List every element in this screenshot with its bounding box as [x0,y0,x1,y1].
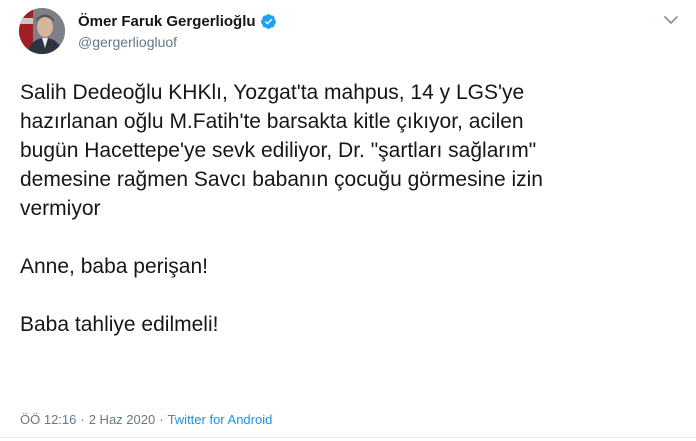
tweet-source-link[interactable]: Twitter for Android [168,412,273,427]
tweet-paragraph: Anne, baba perişan! [20,255,208,278]
avatar[interactable] [19,8,65,54]
tweet-date[interactable]: 2 Haz 2020 [89,412,156,427]
tweet-paragraph: Salih Dedeoğlu KHKlı, Yozgat'ta mahpus, … [20,81,543,220]
author-handle[interactable]: @gergerliogluof [78,34,177,50]
tweet-menu-button[interactable] [660,12,682,28]
tweet-metadata: ÖÖ 12:16 · 2 Haz 2020 · Twitter for Andr… [20,412,272,427]
tweet-paragraph: Baba tahliye edilmeli! [20,313,219,336]
tweet-card: Ömer Faruk Gergerlioğlu @gergerliogluof … [0,0,696,441]
chevron-down-icon [664,15,678,24]
author-display-name[interactable]: Ömer Faruk Gergerlioğlu [78,13,256,30]
verified-badge-icon [260,13,277,30]
meta-separator: · [80,412,85,427]
divider [0,437,696,438]
author-name-row: Ömer Faruk Gergerlioğlu [78,10,277,32]
tweet-time[interactable]: ÖÖ 12:16 [20,412,76,427]
meta-separator: · [159,412,164,427]
tweet-text: Salih Dedeoğlu KHKlı, Yozgat'ta mahpus, … [20,78,680,339]
profile-photo-icon [19,8,65,54]
